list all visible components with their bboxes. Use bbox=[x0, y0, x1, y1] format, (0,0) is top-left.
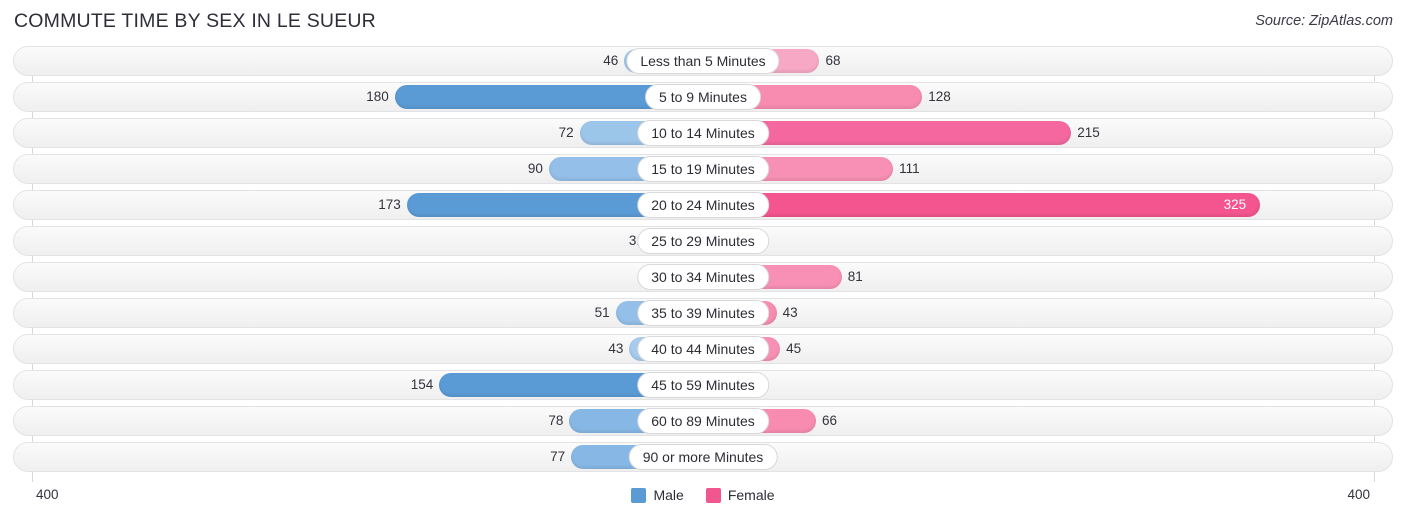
table-row[interactable]: 1541845 to 59 Minutes bbox=[13, 370, 1393, 400]
value-label-male: 77 bbox=[550, 449, 566, 464]
table-row[interactable]: 268130 to 34 Minutes bbox=[13, 262, 1393, 292]
value-label-male: 90 bbox=[527, 161, 543, 176]
source-attribution: Source: ZipAtlas.com bbox=[1255, 13, 1393, 29]
category-label[interactable]: 15 to 19 Minutes bbox=[637, 156, 769, 182]
table-row[interactable]: 78 66 60 to 89 Minutes bbox=[13, 406, 1393, 436]
category-label[interactable]: 25 to 29 Minutes bbox=[637, 228, 769, 254]
value-label-female: 45 bbox=[786, 341, 802, 356]
legend-label-male: Male bbox=[653, 487, 684, 503]
table-row[interactable]: 72 215 10 to 14 Minutes bbox=[13, 118, 1393, 148]
value-label-male: 51 bbox=[594, 305, 610, 320]
table-row[interactable]: 51 43 35 to 39 Minutes bbox=[13, 298, 1393, 328]
value-label-male: 154 bbox=[410, 377, 434, 392]
category-label[interactable]: 40 to 44 Minutes bbox=[637, 336, 769, 362]
value-label-female: 215 bbox=[1077, 125, 1100, 140]
value-label-male: 46 bbox=[603, 53, 619, 68]
table-row[interactable]: 311425 to 29 Minutes bbox=[13, 226, 1393, 256]
category-label[interactable]: 90 or more Minutes bbox=[628, 444, 778, 470]
value-label-female: 66 bbox=[822, 413, 838, 428]
table-row[interactable]: 771290 or more Minutes bbox=[13, 442, 1393, 472]
category-label[interactable]: 20 to 24 Minutes bbox=[637, 192, 769, 218]
bar-rows-container: 46 68 Less than 5 Minutes 180 128 5 to 9 Minu… bbox=[0, 46, 1406, 478]
page-title: COMMUTE TIME BY SEX IN LE SUEUR bbox=[14, 10, 376, 32]
value-label-female: 128 bbox=[928, 89, 951, 104]
legend-item-female[interactable]: Female bbox=[705, 487, 775, 503]
category-label[interactable]: 60 to 89 Minutes bbox=[637, 408, 769, 434]
table-row[interactable]: 90 111 15 to 19 Minutes bbox=[13, 154, 1393, 184]
category-label[interactable]: Less than 5 Minutes bbox=[626, 48, 780, 74]
category-label[interactable]: 5 to 9 Minutes bbox=[645, 84, 761, 110]
category-label[interactable]: 10 to 14 Minutes bbox=[637, 120, 769, 146]
value-label-female: 68 bbox=[825, 53, 841, 68]
chart-header: COMMUTE TIME BY SEX IN LE SUEUR Source: … bbox=[0, 0, 1406, 42]
value-label-female: 111 bbox=[899, 161, 920, 176]
value-label-female: 43 bbox=[782, 305, 798, 320]
chart-plot-area: 46 68 Less than 5 Minutes 180 128 5 to 9 Minu… bbox=[0, 46, 1406, 482]
value-label-male: 78 bbox=[548, 413, 564, 428]
table-row[interactable]: 46 68 Less than 5 Minutes bbox=[13, 46, 1393, 76]
value-label-female: 325 bbox=[1223, 197, 1247, 212]
category-label[interactable]: 30 to 34 Minutes bbox=[637, 264, 769, 290]
value-label-male: 173 bbox=[378, 197, 401, 212]
chart-legend: Male Female bbox=[0, 487, 1406, 503]
legend-label-female: Female bbox=[727, 487, 775, 503]
chart-footer: 400 400 Male Female bbox=[0, 484, 1406, 518]
legend-swatch-male-icon bbox=[631, 487, 647, 503]
table-row[interactable]: 180 128 5 to 9 Minutes bbox=[13, 82, 1393, 112]
table-row[interactable]: 43 45 40 to 44 Minutes bbox=[13, 334, 1393, 364]
value-label-male: 43 bbox=[608, 341, 624, 356]
table-row[interactable]: 173 325 20 to 24 Minutes bbox=[13, 190, 1393, 220]
category-label[interactable]: 35 to 39 Minutes bbox=[637, 300, 769, 326]
category-label[interactable]: 45 to 59 Minutes bbox=[637, 372, 769, 398]
legend-swatch-female-icon bbox=[705, 487, 721, 503]
legend-item-male[interactable]: Male bbox=[631, 487, 684, 503]
value-label-male: 180 bbox=[366, 89, 389, 104]
value-label-female: 81 bbox=[847, 269, 863, 284]
bar-female[interactable] bbox=[703, 193, 1260, 217]
value-label-male: 72 bbox=[558, 125, 574, 140]
